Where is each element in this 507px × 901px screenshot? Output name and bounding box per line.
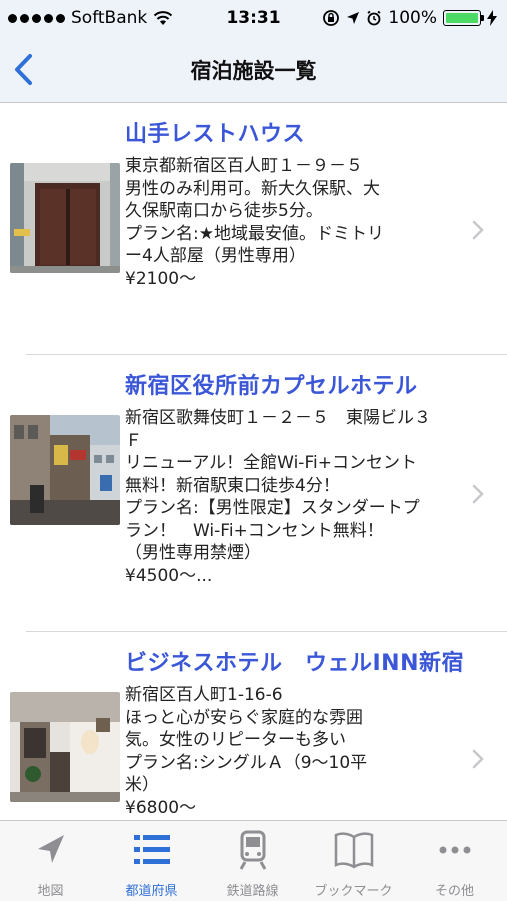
train-icon bbox=[239, 830, 267, 870]
facility-description: リニューアル！全館Wi-Fi+コンセント bbox=[125, 453, 417, 473]
facility-price: ¥2100〜 bbox=[125, 268, 197, 289]
tab-label: 鉄道路線 bbox=[226, 884, 279, 899]
facility-description: 久保駅南口から徒歩5分。 bbox=[125, 201, 323, 221]
facility-description: 無料！新宿駅東口徒歩4分！ bbox=[125, 475, 340, 496]
facility-address: 新宿区歌舞伎町１－２－５ 東陽ビル３ bbox=[125, 408, 431, 428]
facility-details: 東京都新宿区百人町１－９－５ 男性のみ利用可。新大久保駅、大 久保駅南口から徒歩… bbox=[125, 155, 435, 290]
facility-address: Ｆ bbox=[125, 430, 142, 451]
more-icon bbox=[439, 846, 471, 854]
battery-icon bbox=[443, 10, 484, 26]
chevron-right-icon bbox=[472, 749, 484, 769]
facility-plan: ー4人部屋（男性専用） bbox=[125, 246, 306, 266]
navigation-bar: 宿泊施設一覧 bbox=[0, 38, 507, 103]
facility-description: 気。女性のリピーターも多い bbox=[125, 730, 346, 750]
facility-plan: プラン名:【男性限定】スタンダートプ bbox=[125, 498, 420, 518]
tab-label: 都道府県 bbox=[125, 884, 178, 899]
facility-name[interactable]: 新宿区役所前カプセルホテル bbox=[125, 368, 418, 400]
facility-plan: 米） bbox=[125, 775, 159, 795]
tab-bar: 地図 都道府県 鉄道路線 ブックマーク その他 bbox=[0, 820, 507, 901]
tab-map[interactable]: 地図 bbox=[0, 821, 101, 901]
location-services-icon bbox=[347, 12, 360, 24]
facility-plan: （男性専用禁煙） bbox=[125, 543, 261, 563]
book-icon bbox=[334, 832, 374, 869]
list-item[interactable]: 新宿区役所前カプセルホテル 新宿区歌舞伎町１－２－５ 東陽ビル３ Ｆ リニューア… bbox=[0, 355, 507, 632]
list-item[interactable]: 山手レストハウス 東京都新宿区百人町１－９－５ 男性のみ利用可。新大久保駅、大 … bbox=[0, 103, 507, 355]
facility-plan: ラン！ Wi-Fi+コンセント無料！ bbox=[125, 520, 384, 541]
facility-list: 山手レストハウス 東京都新宿区百人町１－９－５ 男性のみ利用可。新大久保駅、大 … bbox=[0, 103, 507, 820]
facility-price: ¥4500〜... bbox=[125, 565, 213, 586]
facility-plan: プラン名:シングルＡ（9〜10平 bbox=[125, 752, 368, 773]
facility-plan: プラン名:★地域最安値。ドミトリ bbox=[125, 223, 384, 244]
tab-more[interactable]: その他 bbox=[404, 821, 505, 901]
page-title: 宿泊施設一覧 bbox=[190, 59, 317, 83]
battery-percentage: 100% bbox=[388, 8, 437, 28]
tab-prefectures[interactable]: 都道府県 bbox=[101, 821, 202, 901]
tab-bookmarks[interactable]: ブックマーク bbox=[303, 821, 404, 901]
facility-name[interactable]: 山手レストハウス bbox=[125, 116, 305, 148]
facility-description: ほっと心が安らぐ家庭的な雰囲 bbox=[125, 707, 363, 728]
facility-price: ¥6800〜 bbox=[125, 797, 197, 818]
tab-label: 地図 bbox=[37, 884, 64, 899]
facility-details: 新宿区百人町1-16-6 ほっと心が安らぐ家庭的な雰囲 気。女性のリピーターも多… bbox=[125, 684, 435, 819]
status-bar: SoftBank 13:31 100% bbox=[0, 0, 507, 38]
chevron-right-icon bbox=[472, 484, 484, 504]
facility-address: 新宿区百人町1-16-6 bbox=[125, 685, 283, 705]
status-right: 100% bbox=[322, 8, 497, 28]
facility-address: 東京都新宿区百人町１－９－５ bbox=[125, 156, 363, 176]
facility-description: 男性のみ利用可。新大久保駅、大 bbox=[125, 178, 380, 199]
facility-details: 新宿区歌舞伎町１－２－５ 東陽ビル３ Ｆ リニューアル！全館Wi-Fi+コンセン… bbox=[125, 407, 435, 587]
location-arrow-icon bbox=[38, 835, 64, 863]
charging-bolt-icon bbox=[487, 10, 497, 26]
tab-label: ブックマーク bbox=[314, 884, 393, 899]
facility-name[interactable]: ビジネスホテル ウェルINN新宿 bbox=[125, 645, 464, 677]
facility-photo bbox=[10, 692, 120, 802]
facility-photo bbox=[10, 415, 120, 525]
chevron-right-icon bbox=[472, 220, 484, 240]
alarm-icon bbox=[367, 10, 381, 26]
tab-label: その他 bbox=[434, 884, 474, 899]
rotation-lock-icon bbox=[323, 10, 340, 26]
list-icon bbox=[134, 835, 170, 864]
facility-photo bbox=[10, 163, 120, 273]
tab-railways[interactable]: 鉄道路線 bbox=[202, 821, 303, 901]
list-item[interactable]: ビジネスホテル ウェルINN新宿 新宿区百人町1-16-6 ほっと心が安らぐ家庭… bbox=[0, 632, 507, 820]
